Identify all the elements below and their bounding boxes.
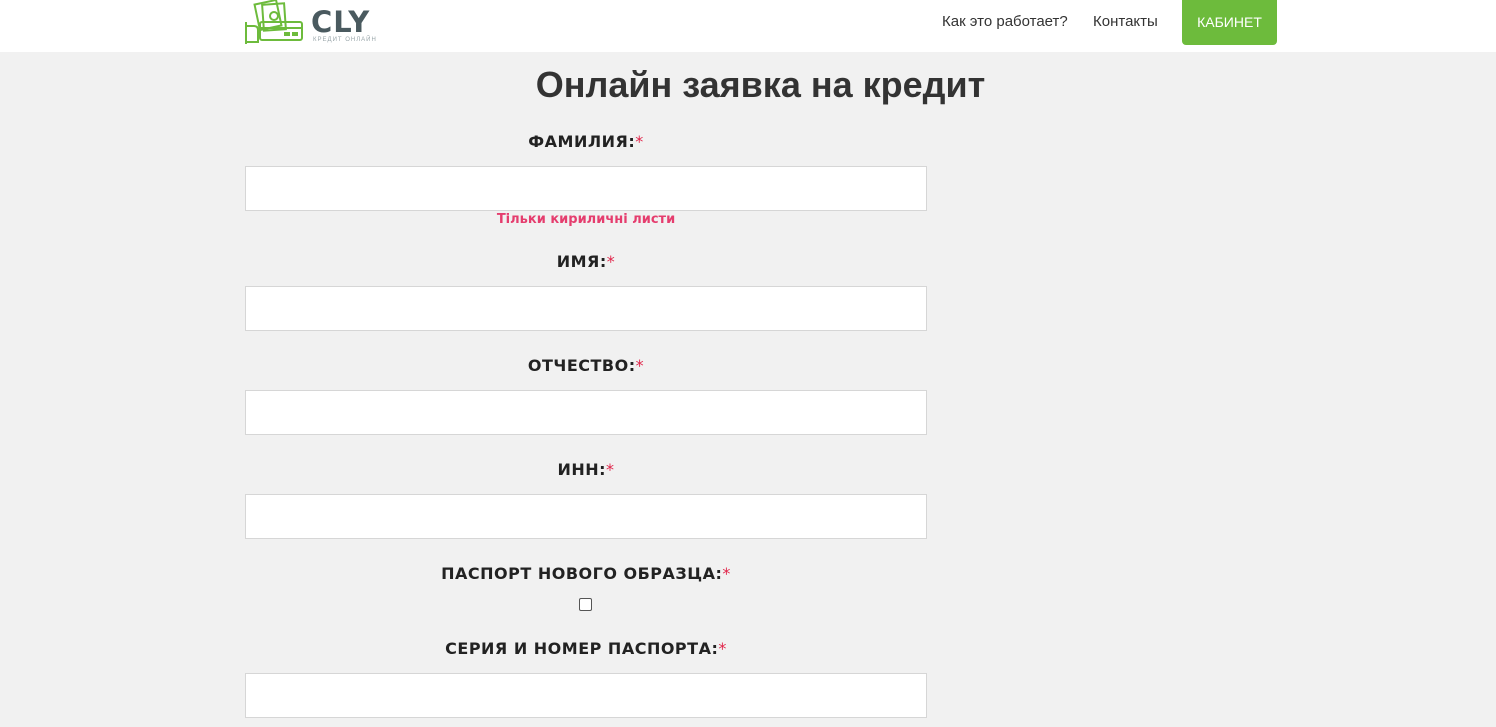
cabinet-button[interactable]: КАБИНЕТ	[1182, 0, 1277, 45]
inn-label: ИНН:*	[245, 460, 927, 479]
patronymic-label: ОТЧЕСТВО:*	[245, 356, 927, 375]
required-mark: *	[606, 460, 615, 479]
patronymic-input[interactable]	[245, 390, 927, 435]
passport-number-input[interactable]	[245, 673, 927, 718]
new-passport-label-text: ПАСПОРТ НОВОГО ОБРАЗЦА:	[441, 564, 723, 583]
nav-link-how-it-works[interactable]: Как это работает?	[942, 13, 1068, 30]
logo-text: CLY	[311, 5, 371, 39]
logo-subtitle: КРЕДИТ ОНЛАЙН	[313, 37, 377, 43]
name-input[interactable]	[245, 286, 927, 331]
logo[interactable]: CLY КРЕДИТ ОНЛАЙН	[244, 0, 384, 48]
required-mark: *	[718, 639, 727, 658]
required-mark: *	[635, 356, 645, 375]
new-passport-label: ПАСПОРТ НОВОГО ОБРАЗЦА:*	[245, 564, 927, 583]
surname-label: ФАМИЛИЯ:*	[245, 132, 927, 151]
nav-link-contacts[interactable]: Контакты	[1093, 13, 1158, 30]
surname-hint: Тільки кириличні листи	[496, 212, 676, 227]
required-mark: *	[606, 252, 616, 271]
required-mark: *	[635, 132, 644, 151]
surname-input[interactable]	[245, 166, 927, 211]
patronymic-label-text: ОТЧЕСТВО:	[527, 356, 636, 375]
inn-input[interactable]	[245, 494, 927, 539]
page-title: Онлайн заявка на кредит	[535, 64, 986, 105]
inn-label-text: ИНН:	[557, 460, 607, 479]
name-label: ИМЯ:*	[245, 252, 927, 271]
passport-number-label: СЕРИЯ И НОМЕР ПАСПОРТА:*	[245, 639, 927, 658]
site-header: CLY КРЕДИТ ОНЛАЙН Как это работает? Конт…	[0, 0, 1496, 52]
new-passport-checkbox[interactable]	[579, 598, 592, 611]
money-hand-icon	[245, 0, 303, 44]
passport-number-label-text: СЕРИЯ И НОМЕР ПАСПОРТА:	[445, 639, 719, 658]
required-mark: *	[722, 564, 731, 583]
name-label-text: ИМЯ:	[556, 252, 607, 271]
surname-label-text: ФАМИЛИЯ:	[528, 132, 636, 151]
